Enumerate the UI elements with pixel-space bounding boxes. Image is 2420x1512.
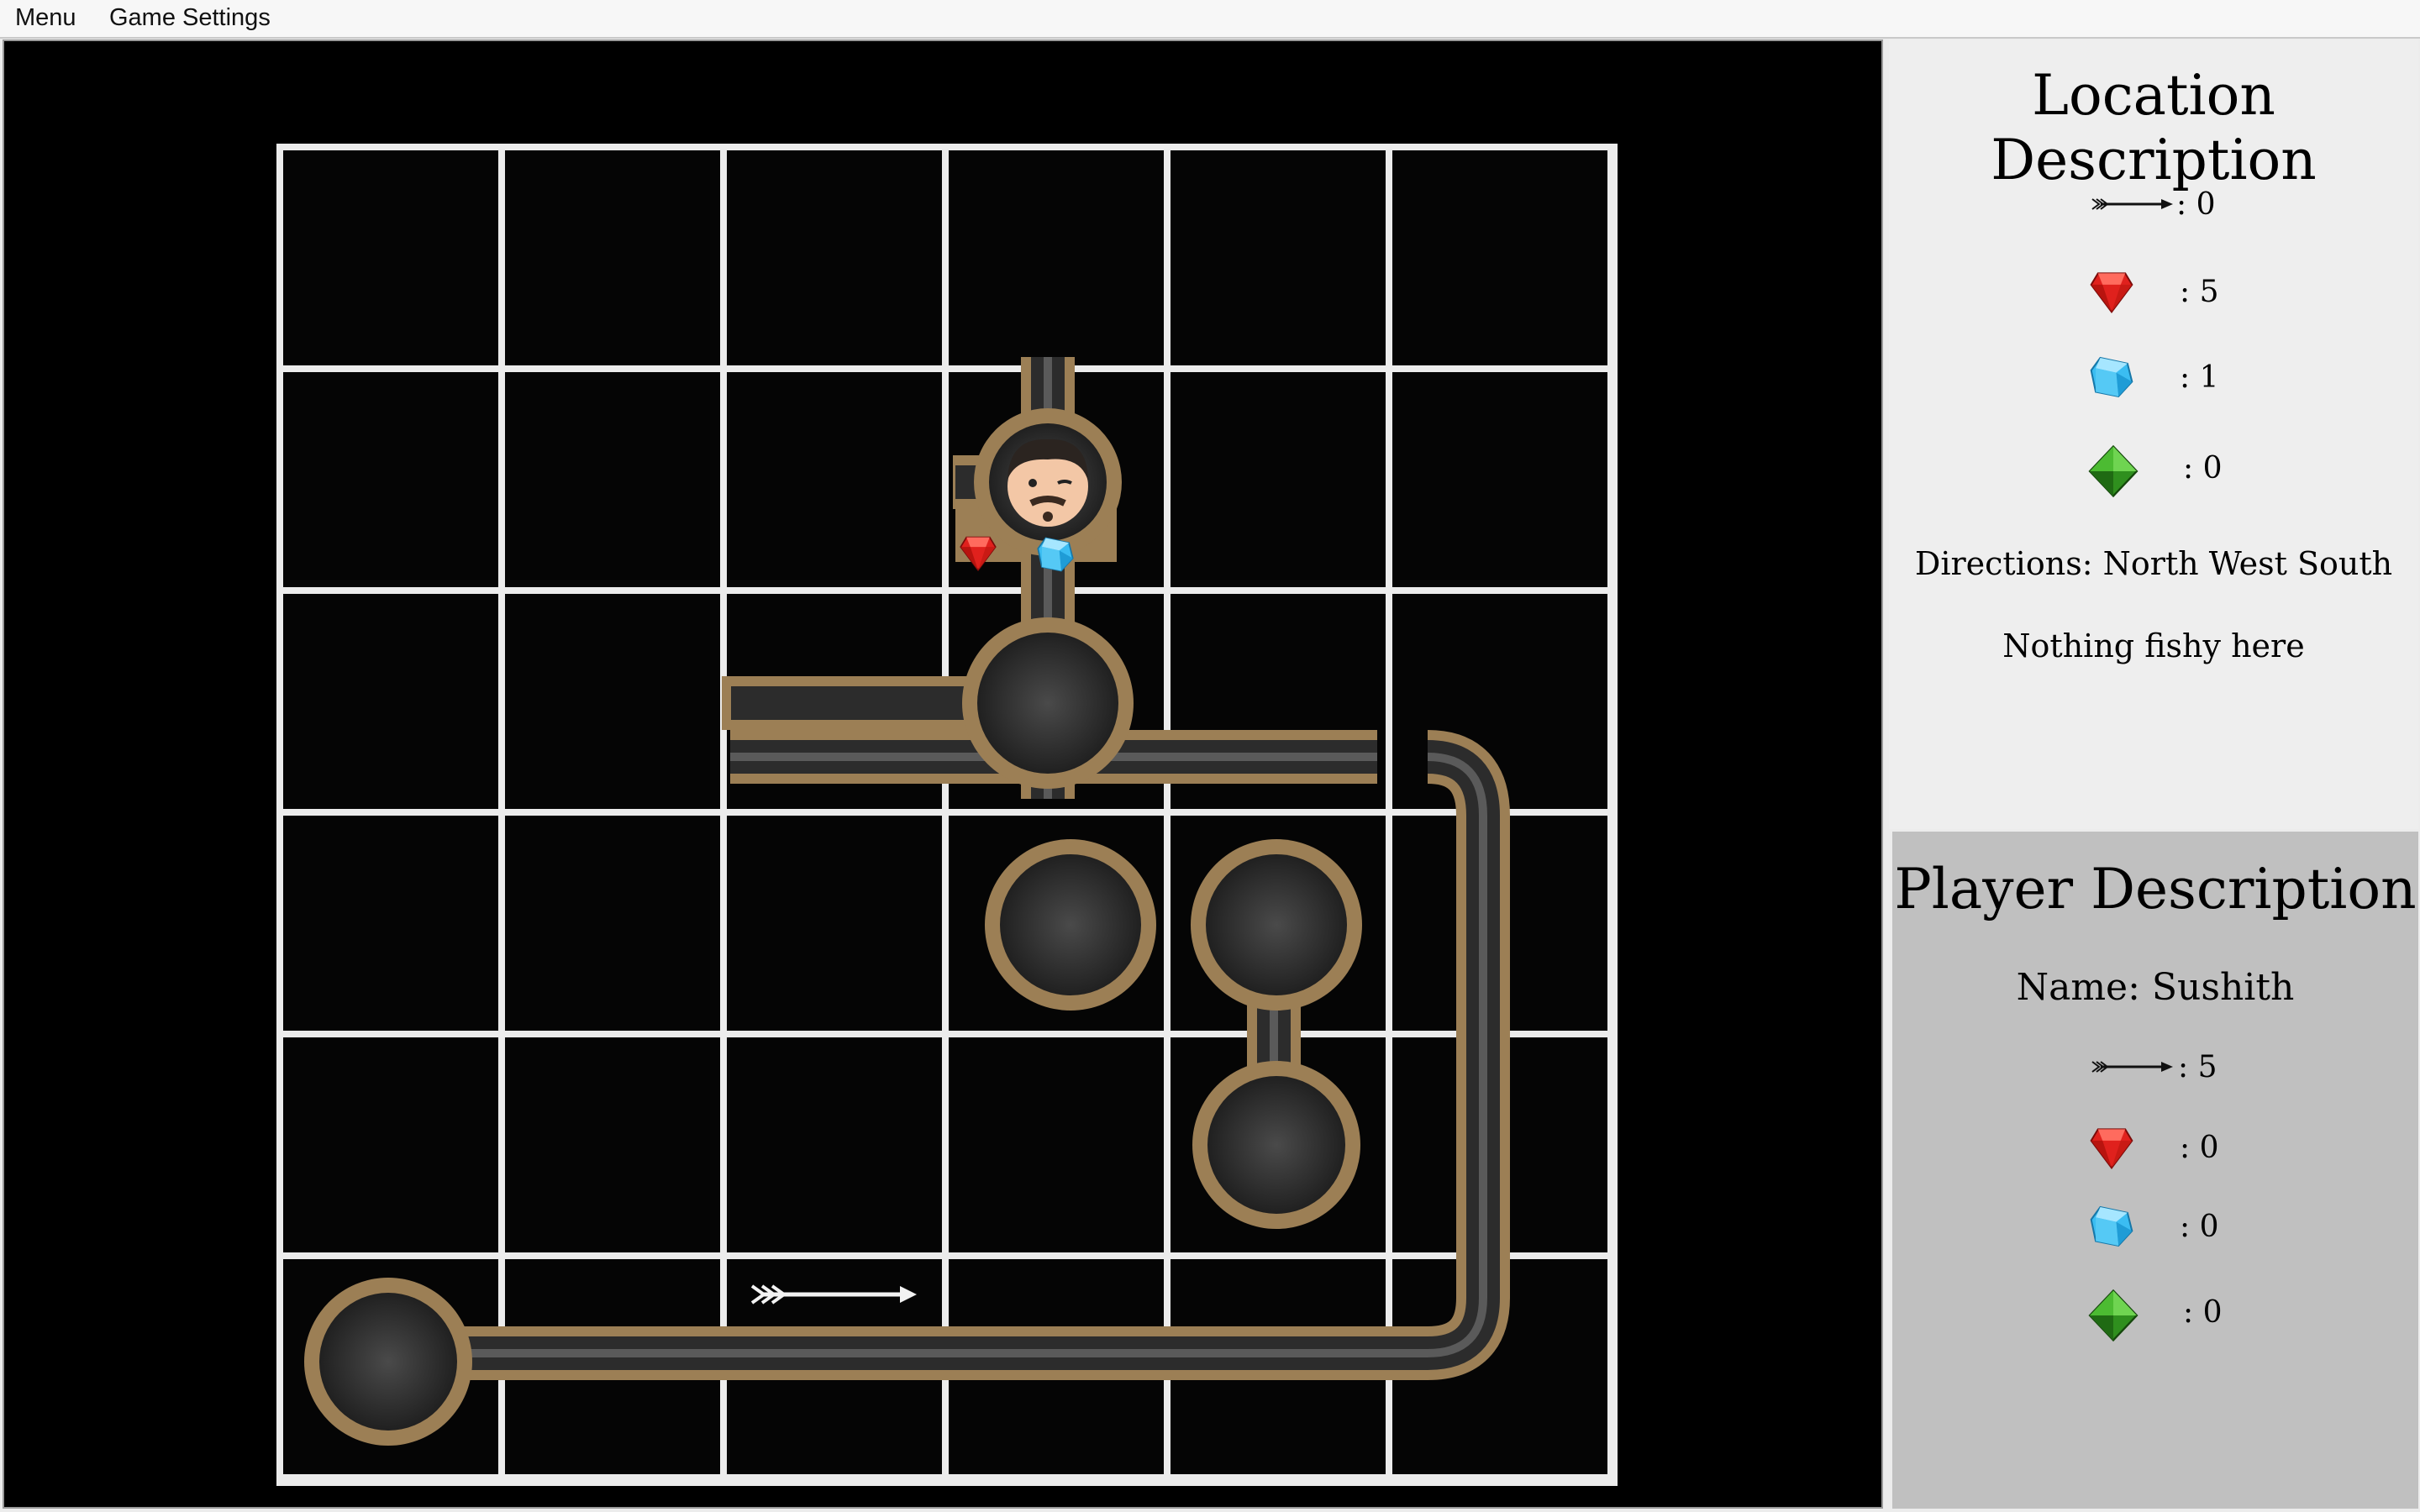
arrow-icon	[2091, 1060, 2175, 1074]
player-emerald-value: : 0	[2183, 1295, 2223, 1330]
player-name: Name: Sushith	[2016, 966, 2295, 1009]
menu-item-game-settings[interactable]: Game Settings	[109, 4, 271, 32]
board-cell[interactable]	[1392, 150, 1607, 365]
board-cell[interactable]	[283, 150, 498, 365]
location-ruby-count: : 5	[1889, 268, 2418, 327]
board-cell[interactable]	[505, 150, 720, 365]
board-cell[interactable]	[727, 594, 942, 809]
player-description-panel: Player Description Name: Sushith : 5 : 0…	[1892, 832, 2418, 1509]
board-cell[interactable]	[1171, 1259, 1386, 1474]
board-cell[interactable]	[505, 816, 720, 1031]
board-cell[interactable]	[1171, 1037, 1386, 1252]
board-cell[interactable]	[1392, 1037, 1607, 1252]
board-cell[interactable]	[949, 816, 1164, 1031]
location-ruby-value: : 5	[2180, 275, 2219, 309]
board-cell[interactable]	[283, 816, 498, 1031]
arrow-icon	[2091, 197, 2175, 211]
location-emerald-value: : 0	[2183, 451, 2223, 486]
board-cell[interactable]	[949, 1259, 1164, 1474]
board-cell[interactable]	[949, 594, 1164, 809]
player-ruby-value: : 0	[2180, 1131, 2219, 1165]
board-cell[interactable]	[727, 1259, 942, 1474]
board-cell[interactable]	[283, 594, 498, 809]
player-emerald-count: : 0	[1892, 1284, 2418, 1342]
location-arrow-count: : 0	[1889, 187, 2418, 246]
board-cell[interactable]	[283, 372, 498, 587]
player-diamond-value: : 0	[2180, 1210, 2219, 1244]
board-cell[interactable]	[1171, 816, 1386, 1031]
board-cell[interactable]	[949, 1037, 1164, 1252]
green-gem-icon	[2088, 445, 2139, 497]
green-gem-icon	[2088, 1289, 2139, 1341]
board-cell[interactable]	[1392, 816, 1607, 1031]
board-cell[interactable]	[949, 150, 1164, 365]
location-directions: Directions: North West South	[1914, 545, 2393, 582]
player-arrow-count: : 5	[1892, 1050, 2418, 1109]
location-title: Location Description	[1991, 63, 2317, 192]
menu-bar: Menu Game Settings	[0, 0, 2420, 39]
red-gem-icon	[2090, 272, 2133, 313]
red-gem-icon	[2090, 1128, 2133, 1169]
board-cell[interactable]	[283, 1259, 498, 1474]
board-cell[interactable]	[1171, 372, 1386, 587]
board-cell[interactable]	[949, 372, 1164, 587]
location-diamond-value: : 1	[2180, 360, 2219, 395]
blue-gem-icon	[2090, 356, 2133, 398]
dungeon-board	[276, 144, 1618, 1486]
player-arrow-value: : 5	[2178, 1050, 2217, 1084]
location-description-panel: Location Description : 0 : 5 : 1 : 0 Dir…	[1889, 39, 2418, 829]
board-cell[interactable]	[727, 372, 942, 587]
location-smell: Nothing fishy here	[2002, 627, 2305, 664]
blue-gem-icon	[2090, 1206, 2133, 1247]
player-title: Player Description	[1894, 857, 2417, 921]
player-diamond-count: : 0	[1892, 1203, 2418, 1262]
board-cell[interactable]	[1392, 372, 1607, 587]
board-cell[interactable]	[505, 1037, 720, 1252]
location-arrow-value: : 0	[2176, 187, 2216, 222]
board-cell[interactable]	[505, 372, 720, 587]
board-cell[interactable]	[1392, 1259, 1607, 1474]
board-cell[interactable]	[727, 150, 942, 365]
board-cell[interactable]	[283, 1037, 498, 1252]
board-cell[interactable]	[727, 1037, 942, 1252]
location-emerald-count: : 0	[1889, 439, 2418, 498]
player-ruby-count: : 0	[1892, 1124, 2418, 1183]
board-cell[interactable]	[505, 1259, 720, 1474]
board-cell[interactable]	[727, 816, 942, 1031]
board-cell[interactable]	[1171, 150, 1386, 365]
board-cell[interactable]	[1171, 594, 1386, 809]
board-cell[interactable]	[1392, 594, 1607, 809]
game-area	[3, 39, 1883, 1509]
board-cell[interactable]	[505, 594, 720, 809]
menu-item-menu[interactable]: Menu	[15, 4, 76, 32]
location-diamond-count: : 1	[1889, 354, 2418, 412]
